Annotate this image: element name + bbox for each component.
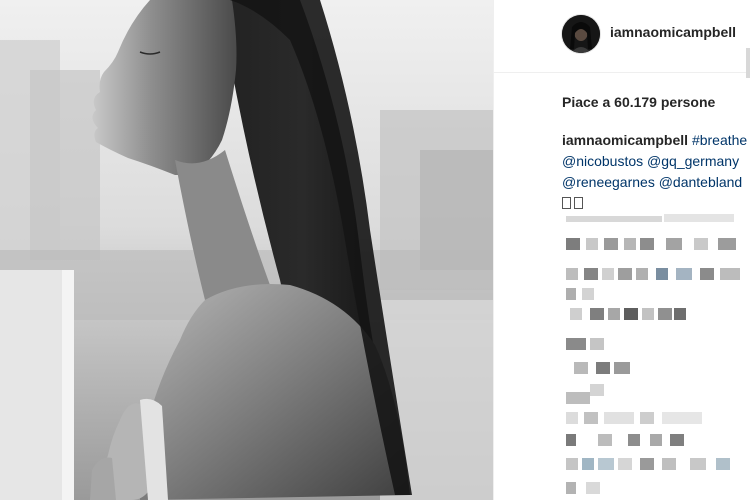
pixel-block: [614, 362, 630, 374]
post-photo[interactable]: [0, 0, 493, 500]
post-header: iamnaomicampbell: [494, 0, 750, 73]
caption-mentions-line-3[interactable]: @reneegarnes @dantebland: [562, 172, 750, 193]
pixel-block: [566, 434, 576, 446]
pixel-block: [604, 238, 618, 250]
pixel-block: [618, 458, 632, 470]
pixel-block: [574, 362, 588, 374]
pixel-block: [670, 434, 684, 446]
caption-hashtag-link[interactable]: #breathe: [692, 132, 747, 148]
pixel-block: [596, 362, 610, 374]
pixel-block: [628, 434, 640, 446]
pixel-block: [664, 214, 734, 222]
pixel-block: [570, 308, 582, 320]
pixel-block: [674, 308, 686, 320]
portrait-illustration: [0, 0, 493, 500]
pixel-block: [662, 458, 676, 470]
pixel-block: [640, 458, 654, 470]
pixel-block: [640, 238, 654, 250]
pixel-block: [590, 384, 604, 396]
pixel-block: [586, 482, 600, 494]
pixel-block: [566, 288, 576, 300]
pixel-block: [586, 238, 598, 250]
pixel-block: [618, 268, 632, 280]
pixel-block: [566, 268, 578, 280]
pixel-block: [602, 268, 614, 280]
pixel-block: [640, 412, 654, 424]
pixel-block: [658, 308, 672, 320]
caption-emoji-line: [562, 193, 750, 214]
pixel-block: [608, 308, 620, 320]
pixel-block: [590, 308, 604, 320]
pixel-block: [624, 238, 636, 250]
caption-line-1: iamnaomicampbell #breathe: [562, 130, 750, 151]
pixel-block: [716, 458, 730, 470]
pixel-block: [662, 412, 702, 424]
pixel-block: [590, 338, 604, 350]
comments-list-pixelated: [494, 212, 750, 500]
pixel-block: [604, 412, 634, 424]
profile-avatar-icon: [562, 15, 600, 53]
pixel-block: [584, 412, 598, 424]
header-username-link[interactable]: iamnaomicampbell: [610, 24, 736, 40]
pixel-block: [566, 216, 662, 222]
pixel-block: [566, 482, 576, 494]
avatar[interactable]: [562, 15, 600, 53]
pixel-block: [566, 338, 586, 350]
pixel-block: [700, 268, 714, 280]
pixel-block: [584, 268, 598, 280]
pixel-block: [642, 308, 654, 320]
pixel-block: [566, 238, 580, 250]
pixel-block: [676, 268, 692, 280]
pixel-block: [720, 268, 740, 280]
pixel-block: [598, 458, 614, 470]
pixel-block: [690, 458, 706, 470]
caption-mentions-line-2[interactable]: @nicobustos @gq_germany: [562, 151, 750, 172]
scrollbar-thumb[interactable]: [746, 48, 750, 78]
emoji-placeholder-icon: [562, 197, 571, 209]
post-side-panel: iamnaomicampbell Piace a 60.179 persone …: [494, 0, 750, 500]
pixel-block: [598, 434, 612, 446]
pixel-block: [666, 238, 682, 250]
pixel-block: [694, 238, 708, 250]
post-caption: iamnaomicampbell #breathe @nicobustos @g…: [562, 130, 750, 214]
pixel-block: [624, 308, 638, 320]
emoji-placeholder-icon: [574, 197, 583, 209]
pixel-block: [582, 288, 594, 300]
pixel-block: [656, 268, 668, 280]
pixel-block: [650, 434, 662, 446]
pixel-block: [566, 392, 590, 404]
caption-username-link[interactable]: iamnaomicampbell: [562, 132, 688, 148]
pixel-block: [566, 458, 578, 470]
pixel-block: [636, 268, 648, 280]
pixel-block: [566, 412, 578, 424]
pixel-block: [582, 458, 594, 470]
likes-count[interactable]: Piace a 60.179 persone: [562, 94, 715, 110]
pixel-block: [718, 238, 736, 250]
